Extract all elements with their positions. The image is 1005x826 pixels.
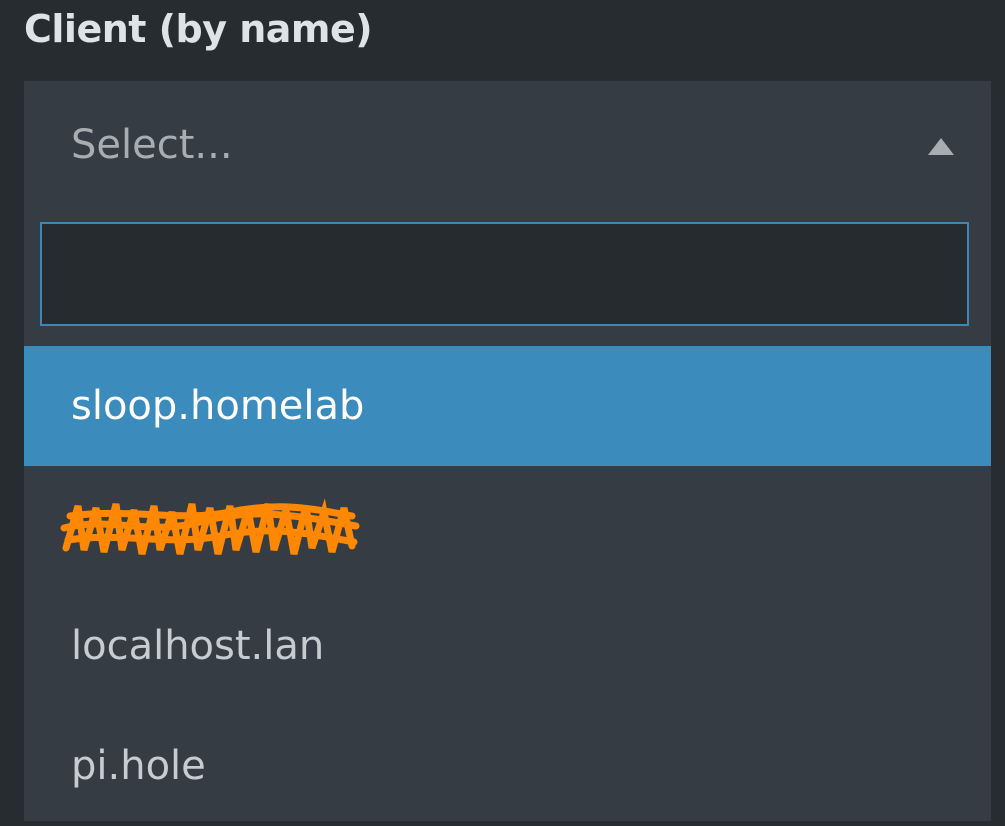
client-select: Select... sloop.homelab localhost.lan pi… — [24, 81, 991, 821]
triangle-up-icon[interactable] — [928, 138, 954, 155]
option-sloop-homelab[interactable]: sloop.homelab — [24, 346, 991, 466]
options-list: sloop.homelab localhost.lan pi.hole — [24, 346, 991, 826]
option-localhost-lan[interactable]: localhost.lan — [24, 586, 991, 706]
select-placeholder: Select... — [71, 122, 233, 168]
option-redacted[interactable] — [24, 466, 991, 586]
select-control[interactable]: Select... — [24, 81, 991, 216]
field-label: Client (by name) — [24, 7, 373, 51]
redaction-scribble — [60, 498, 360, 555]
search-input[interactable] — [40, 222, 969, 326]
option-pi-hole[interactable]: pi.hole — [24, 706, 991, 826]
